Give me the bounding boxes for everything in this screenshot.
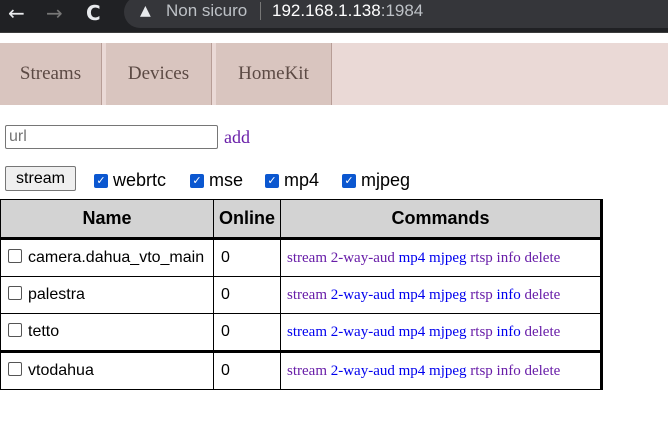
command-stream-link[interactable]: stream <box>287 324 327 340</box>
online-cell: 0 <box>213 237 281 277</box>
row-checkbox[interactable] <box>8 362 22 376</box>
checkbox-label: mse <box>209 170 244 190</box>
security-label[interactable]: Non sicuro <box>166 0 247 22</box>
stream-name: vtodahua <box>28 362 94 379</box>
url-input[interactable] <box>5 125 218 149</box>
command-mjpeg-link[interactable]: mjpeg <box>429 363 467 379</box>
command-delete-link[interactable]: delete <box>524 287 560 303</box>
command-stream-link[interactable]: stream <box>287 250 327 266</box>
commands-cell: stream 2-way-aud mp4 mjpeg rtsp info del… <box>280 276 603 314</box>
checkbox-label: webrtc <box>113 170 167 190</box>
stream-name: tetto <box>28 323 60 340</box>
command-mjpeg-link[interactable]: mjpeg <box>429 324 467 340</box>
streams-table: Name Online Commands camera.dahua_vto_ma… <box>0 199 603 390</box>
command-mp4-link[interactable]: mp4 <box>399 250 426 266</box>
checkbox-checked-icon[interactable]: ✓ <box>190 173 204 188</box>
stream-name: camera.dahua_vto_main <box>28 249 205 266</box>
checkbox-checked-icon[interactable]: ✓ <box>342 173 356 188</box>
name-cell: tetto <box>0 313 214 352</box>
command-info-link[interactable]: info <box>497 324 521 340</box>
command-delete-link[interactable]: delete <box>524 250 560 266</box>
mp4-checkbox[interactable]: ✓ mp4 <box>265 170 319 191</box>
row-checkbox[interactable] <box>8 323 22 337</box>
tab-streams[interactable]: Streams <box>0 43 102 105</box>
stream-name: palestra <box>28 286 85 303</box>
command-info-link[interactable]: info <box>497 287 521 303</box>
command-rtsp-link[interactable]: rtsp <box>470 363 493 379</box>
tab-bar: Streams Devices HomeKit <box>0 43 668 105</box>
command-2-way-aud-link[interactable]: 2-way-aud <box>331 324 395 340</box>
url-host: 192.168.1.138 <box>272 1 381 20</box>
command-2-way-aud-link[interactable]: 2-way-aud <box>331 287 395 303</box>
name-cell: camera.dahua_vto_main <box>0 237 214 277</box>
checkbox-label: mjpeg <box>361 170 411 190</box>
commands-cell: stream 2-way-aud mp4 mjpeg rtsp info del… <box>280 237 603 277</box>
stream-button[interactable]: stream <box>5 166 76 191</box>
command-rtsp-link[interactable]: rtsp <box>470 324 493 340</box>
table-row: tetto 0 stream 2-way-aud mp4 mjpeg rtsp … <box>0 313 603 352</box>
online-cell: 0 <box>213 350 281 390</box>
url-port: :1984 <box>380 1 424 20</box>
tab-homekit[interactable]: HomeKit <box>216 43 332 105</box>
command-delete-link[interactable]: delete <box>524 363 560 379</box>
tab-devices[interactable]: Devices <box>106 43 212 105</box>
table-row: palestra 0 stream 2-way-aud mp4 mjpeg rt… <box>0 276 603 314</box>
command-mp4-link[interactable]: mp4 <box>399 324 426 340</box>
command-mp4-link[interactable]: mp4 <box>399 363 426 379</box>
header-commands: Commands <box>280 199 603 240</box>
name-cell: vtodahua <box>0 350 214 390</box>
divider <box>260 2 261 20</box>
mse-checkbox[interactable]: ✓ mse <box>190 170 243 191</box>
row-checkbox[interactable] <box>8 286 22 300</box>
table-row: vtodahua 0 stream 2-way-aud mp4 mjpeg rt… <box>0 350 603 390</box>
header-online: Online <box>213 199 281 240</box>
command-2-way-aud-link[interactable]: 2-way-aud <box>331 250 395 266</box>
header-name: Name <box>0 199 214 240</box>
command-mjpeg-link[interactable]: mjpeg <box>429 287 467 303</box>
add-link[interactable]: add <box>224 127 250 148</box>
commands-cell: stream 2-way-aud mp4 mjpeg rtsp info del… <box>280 350 603 390</box>
name-cell: palestra <box>0 276 214 314</box>
command-info-link[interactable]: info <box>497 250 521 266</box>
warning-icon[interactable]: ▲ <box>140 3 151 19</box>
mjpeg-checkbox[interactable]: ✓ mjpeg <box>342 170 410 191</box>
command-delete-link[interactable]: delete <box>524 324 560 340</box>
forward-icon[interactable]: → <box>46 0 63 26</box>
webrtc-checkbox[interactable]: ✓ webrtc <box>94 170 166 191</box>
table-row: camera.dahua_vto_main 0 stream 2-way-aud… <box>0 237 603 277</box>
command-2-way-aud-link[interactable]: 2-way-aud <box>331 363 395 379</box>
checkbox-checked-icon[interactable]: ✓ <box>94 173 108 188</box>
row-checkbox[interactable] <box>8 249 22 263</box>
online-cell: 0 <box>213 313 281 352</box>
checkbox-checked-icon[interactable]: ✓ <box>265 173 279 188</box>
checkbox-label: mp4 <box>284 170 320 190</box>
command-rtsp-link[interactable]: rtsp <box>470 250 493 266</box>
commands-cell: stream 2-way-aud mp4 mjpeg rtsp info del… <box>280 313 603 352</box>
command-stream-link[interactable]: stream <box>287 363 327 379</box>
command-stream-link[interactable]: stream <box>287 287 327 303</box>
reload-icon[interactable]: C <box>86 0 101 26</box>
online-cell: 0 <box>213 276 281 314</box>
command-mjpeg-link[interactable]: mjpeg <box>429 250 467 266</box>
command-rtsp-link[interactable]: rtsp <box>470 287 493 303</box>
url-text[interactable]: 192.168.1.138:1984 <box>272 0 423 22</box>
command-info-link[interactable]: info <box>497 363 521 379</box>
browser-toolbar: ← → C ▲ Non sicuro 192.168.1.138:1984 <box>0 0 668 33</box>
command-mp4-link[interactable]: mp4 <box>399 287 426 303</box>
back-icon[interactable]: ← <box>8 0 25 26</box>
